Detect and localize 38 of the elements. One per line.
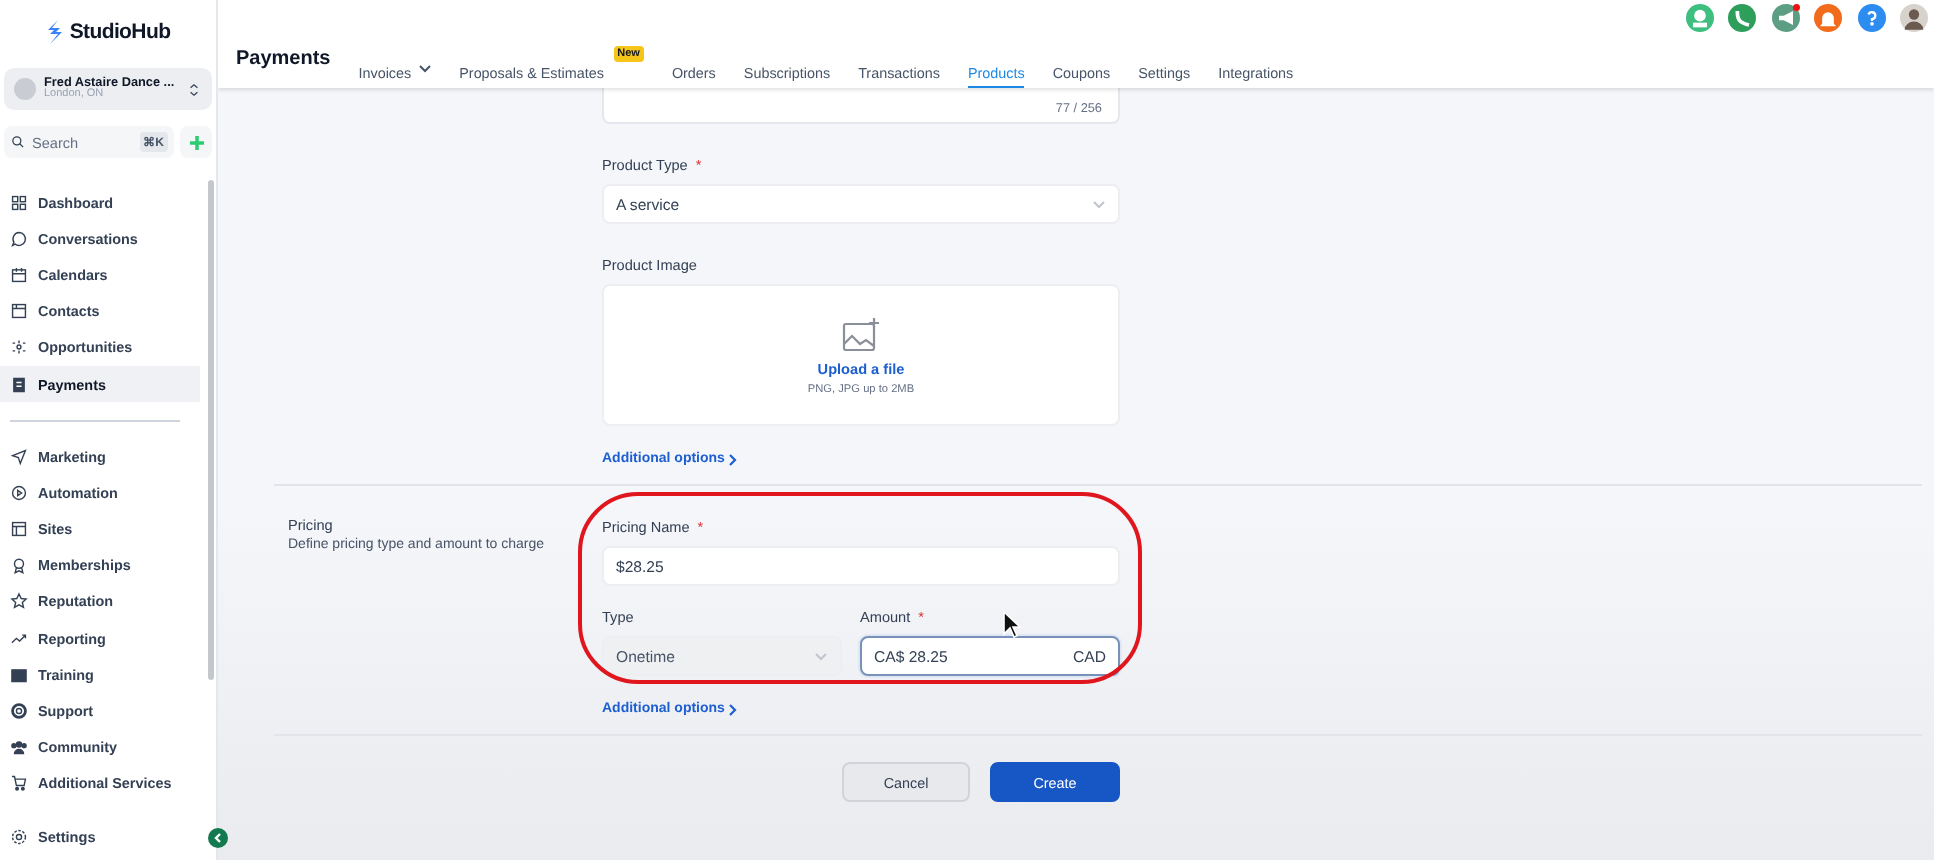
image-upload-icon bbox=[841, 315, 881, 353]
chevron-up-down-icon bbox=[186, 81, 202, 97]
search-icon bbox=[10, 134, 26, 150]
play-circle-icon bbox=[10, 483, 28, 502]
add-button[interactable] bbox=[180, 126, 212, 158]
avatar-icon[interactable] bbox=[1900, 4, 1928, 32]
chevron-right-icon bbox=[728, 453, 739, 465]
scrollbar[interactable] bbox=[208, 180, 214, 680]
layout-icon bbox=[10, 520, 28, 539]
chevron-down-icon bbox=[814, 651, 828, 661]
plus-icon bbox=[189, 135, 203, 149]
logo-text: StudioHub bbox=[69, 20, 171, 44]
people-icon bbox=[10, 738, 28, 757]
chevron-right-icon bbox=[728, 703, 739, 715]
trend-icon bbox=[10, 629, 28, 648]
cart-icon bbox=[10, 774, 28, 793]
account-avatar-icon bbox=[14, 78, 36, 100]
chevron-down-icon bbox=[1092, 199, 1106, 209]
bell-icon[interactable] bbox=[1814, 4, 1842, 32]
award-icon bbox=[10, 556, 28, 575]
megaphone-icon[interactable] bbox=[1771, 4, 1799, 32]
send-icon bbox=[10, 447, 28, 466]
gear-icon bbox=[10, 827, 28, 845]
grid-icon bbox=[10, 193, 28, 212]
logo-icon bbox=[45, 20, 64, 44]
phone-icon[interactable] bbox=[1728, 4, 1756, 32]
star-icon bbox=[10, 592, 28, 611]
nodes-icon bbox=[10, 338, 28, 357]
cursor-icon bbox=[1002, 610, 1022, 638]
page-title: Payments bbox=[236, 48, 331, 70]
chat-icon bbox=[10, 229, 28, 248]
calendar-icon bbox=[10, 265, 28, 284]
chevron-left-icon bbox=[212, 832, 224, 844]
help-icon[interactable] bbox=[1857, 4, 1885, 32]
lifebuoy-icon bbox=[10, 702, 28, 721]
contact-card-icon bbox=[10, 302, 28, 321]
receipt-icon bbox=[10, 375, 28, 394]
collapse-button[interactable] bbox=[208, 828, 228, 848]
